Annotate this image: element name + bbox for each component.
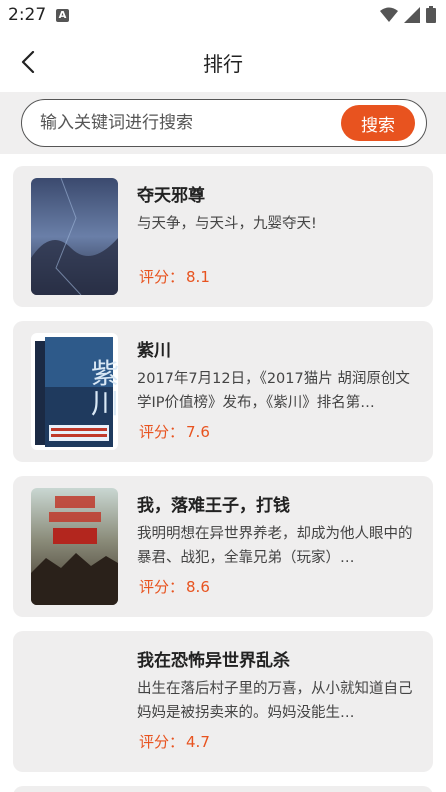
svg-text:紫: 紫: [91, 357, 118, 390]
status-time: 2:27: [8, 5, 47, 25]
book-card-partial[interactable]: [13, 786, 433, 792]
book-description: 2017年7月12日，《2017猫片 胡润原创文学IP价值榜》发布，《紫川》排名…: [137, 371, 410, 411]
book-description: 我明明想在异世界养老，却成为他人眼中的暴君、战犯，全靠兄弟（玩家）…: [137, 526, 413, 566]
signal-icon: [404, 6, 420, 23]
notification-a-icon: A: [56, 9, 69, 22]
search-input[interactable]: [40, 110, 330, 136]
book-score: 评分： 8.6: [139, 578, 210, 596]
status-bar: 2:27 A: [0, 0, 446, 32]
book-card[interactable]: 我，落难王子，打钱 我明明想在异世界养老，却成为他人眼中的暴君、战犯，全靠兄弟（…: [13, 476, 433, 617]
book-score: 评分： 4.7: [139, 733, 210, 751]
book-title: 我，落难王子，打钱: [137, 496, 290, 516]
search-section: 搜索: [0, 92, 446, 154]
book-card[interactable]: 夺天邪尊 与天争，与天斗，九婴夺天! 评分： 8.1: [13, 166, 433, 307]
book-title: 我在恐怖异世界乱杀: [137, 651, 290, 671]
search-box: 搜索: [21, 99, 427, 147]
book-card[interactable]: 紫 川 紫川 2017年7月12日，《2017猫片 胡润原创文学IP价值榜》发布…: [13, 321, 433, 462]
status-icons: [380, 6, 436, 23]
wifi-icon: [380, 7, 398, 22]
book-title: 夺天邪尊: [137, 186, 205, 206]
book-description: 出生在落后村子里的万喜，从小就知道自己妈妈是被拐卖来的。妈妈没能生…: [137, 681, 413, 721]
book-score: 评分： 7.6: [139, 423, 210, 441]
book-cover: 紫 川: [31, 333, 118, 450]
book-title: 紫川: [137, 341, 171, 361]
search-button[interactable]: 搜索: [341, 105, 415, 141]
book-cover: [31, 178, 118, 295]
book-description: 与天争，与天斗，九婴夺天!: [137, 216, 317, 232]
book-list: 夺天邪尊 与天争，与天斗，九婴夺天! 评分： 8.1 紫 川 紫川 2017年7月…: [0, 154, 446, 792]
book-card[interactable]: 我在恐怖异世界乱杀 出生在落后村子里的万喜，从小就知道自己妈妈是被拐卖来的。妈妈…: [13, 631, 433, 772]
page-title: 排行: [203, 52, 243, 76]
book-cover: [31, 488, 118, 605]
book-score: 评分： 8.1: [139, 268, 210, 286]
battery-icon: [426, 6, 436, 23]
app-bar: 排行: [0, 32, 446, 92]
svg-text:川: 川: [91, 387, 118, 420]
